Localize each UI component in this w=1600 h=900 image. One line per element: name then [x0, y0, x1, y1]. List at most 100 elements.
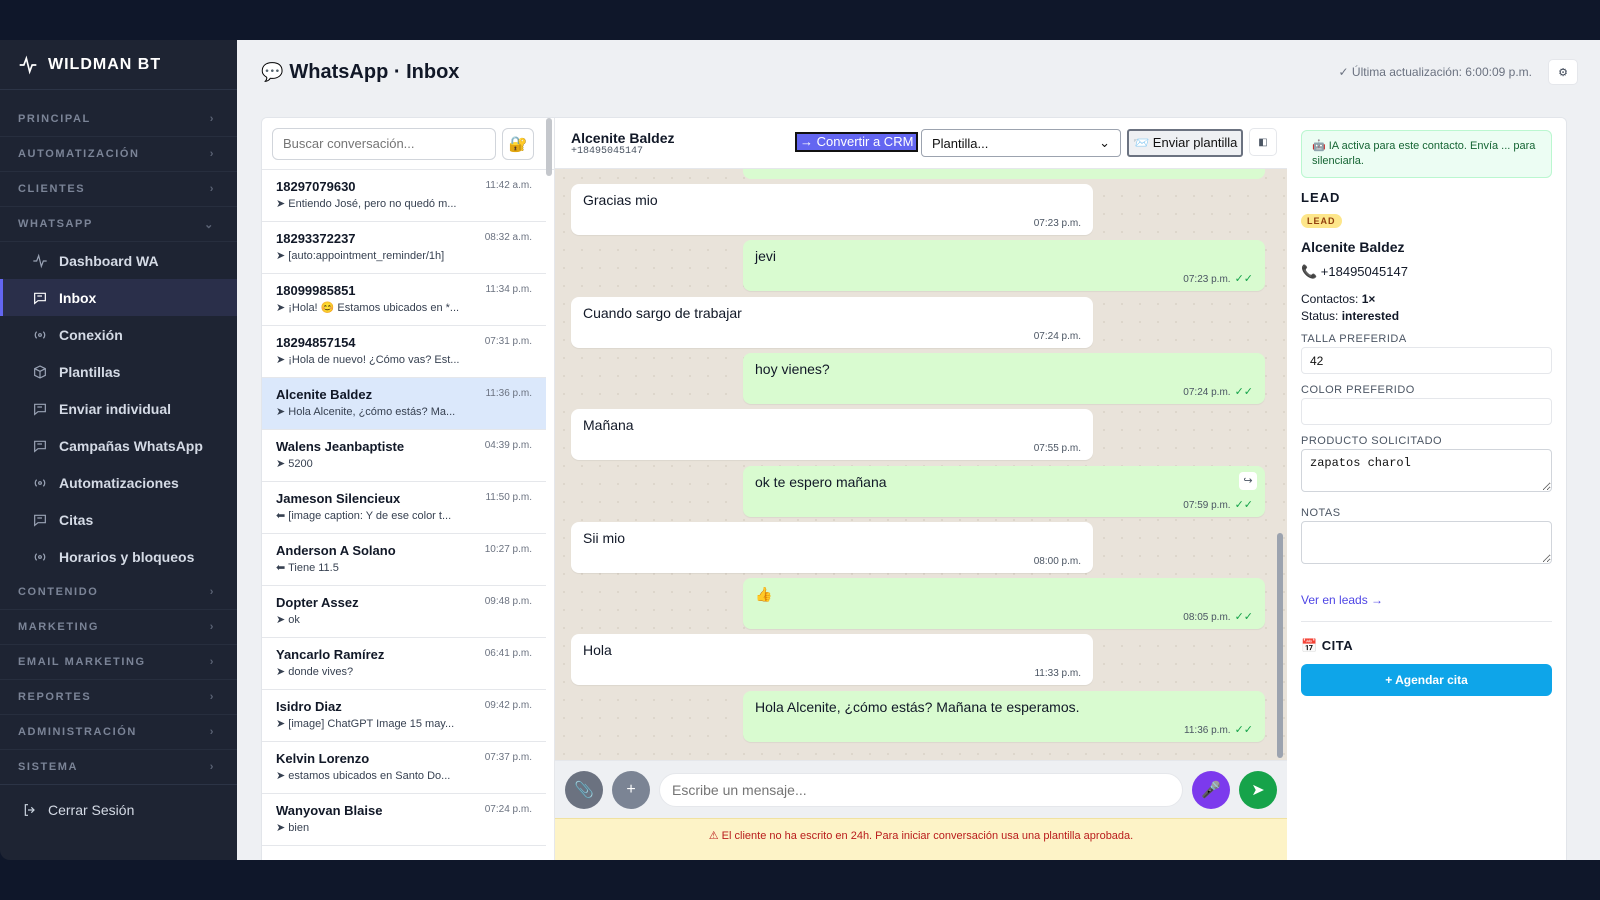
radio-icon: [34, 552, 46, 561]
composer: 📎 + 🎤 ➤: [555, 760, 1287, 818]
product-label: PRODUCTO SOLICITADO: [1301, 435, 1443, 447]
incoming-message[interactable]: Hola 11:33 p.m.: [571, 634, 1093, 686]
sidebar-item-enviar-individual[interactable]: Enviar individual: [0, 390, 237, 427]
brand[interactable]: WILDMAN BT: [0, 40, 237, 90]
conversation-preview: ➤ donde vives?: [276, 666, 354, 678]
chat-header: Alcenite Baldez +18495045147 → Convertir…: [555, 118, 1287, 169]
message-time: 11:36 p.m. ✓✓: [1184, 723, 1253, 736]
logout-button[interactable]: Cerrar Sesión: [0, 784, 237, 834]
sidebar-item-automatizaciones[interactable]: Automatizaciones: [0, 464, 237, 501]
sidebar-item-inbox[interactable]: Inbox: [0, 279, 237, 316]
color-field[interactable]: [1301, 398, 1552, 425]
conversation-item[interactable]: Isidro Diaz 09:42 p.m. ➤ [image] ChatGPT I…: [262, 690, 546, 742]
section-automatizacion[interactable]: AUTOMATIZACIÓN ›: [0, 137, 237, 172]
activity-icon: [33, 253, 47, 268]
lead-heading: LEAD: [1301, 190, 1341, 205]
convert-crm-button[interactable]: → Convertir a CRM: [795, 132, 919, 152]
send-icon: ➤: [1251, 781, 1265, 799]
incoming-message[interactable]: Sii mio 08:00 p.m.: [571, 521, 1093, 573]
section-administracion[interactable]: ADMINISTRACIÓN ›: [0, 715, 237, 750]
sidebar-item-plantillas[interactable]: Plantillas: [0, 353, 237, 390]
sidebar: WILDMAN BT PRINCIPAL › AUTOMATIZACIÓN › CLIE…: [0, 40, 237, 860]
conversation-item[interactable]: Anderson A Solano 10:27 p.m. ⬅ Tiene 11.5: [262, 534, 546, 586]
conversation-item[interactable]: 18099985851 11:34 p.m. ➤ ¡Hola! 😊 Estamos …: [262, 274, 546, 326]
page-title: 💬 WhatsApp · Inbox: [261, 61, 459, 84]
message-time: 07:55 p.m.: [1034, 443, 1081, 454]
section-label: AUTOMATIZACIÓN: [18, 148, 140, 160]
conversation-item[interactable]: Yancarlo Ramírez 06:41 p.m. ➤ donde vives?: [262, 638, 546, 690]
conversation-item[interactable]: Walens Jeanbaptiste 04:39 p.m. ➤ 5200: [262, 430, 546, 482]
conversation-item[interactable]: 18294857154 07:31 p.m. ➤ ¡Hola de nuevo! ¿…: [262, 326, 546, 378]
outgoing-message[interactable]: Hola Alcenite, ¿cómo estás? Mañana te es…: [743, 690, 1265, 742]
message-time: 07:59 p.m. ✓✓: [1183, 498, 1253, 511]
sidebar-item-campanas-whatsapp[interactable]: Campañas WhatsApp: [0, 427, 237, 464]
lead-contacts: Contactos: 1×: [1301, 292, 1552, 306]
color-label: COLOR PREFERIDO: [1301, 384, 1415, 396]
section-principal[interactable]: PRINCIPAL ›: [0, 102, 237, 137]
section-marketing[interactable]: MARKETING ›: [0, 610, 237, 645]
section-email-marketing[interactable]: EMAIL MARKETING ›: [0, 645, 237, 680]
sidebar-item-citas[interactable]: Citas: [0, 501, 237, 538]
size-field[interactable]: [1301, 347, 1552, 374]
lead-phone: 📞 +18495045147: [1301, 264, 1408, 279]
microphone-button[interactable]: 🎤: [1192, 770, 1230, 809]
message-icon: [34, 292, 46, 305]
message-text: Cuando sargo de trabajar: [583, 304, 742, 321]
send-template-button[interactable]: 📨 Enviar plantilla: [1127, 129, 1244, 157]
lock-button[interactable]: 🔐: [502, 127, 534, 160]
attach-button[interactable]: 📎: [565, 770, 603, 809]
section-clientes[interactable]: CLIENTES ›: [0, 172, 237, 207]
conversation-search-input[interactable]: [272, 127, 496, 160]
section-sistema[interactable]: SISTEMA ›: [0, 750, 237, 785]
conversation-item[interactable]: Jameson Silencieux 11:50 p.m. ⬅ [image cap…: [262, 482, 546, 534]
forward-icon[interactable]: ↪: [1239, 471, 1257, 490]
sidebar-item-horarios-y-bloqueos[interactable]: Horarios y bloqueos: [0, 538, 237, 575]
panel-toggle-button[interactable]: ◧: [1249, 128, 1277, 156]
conversation-item[interactable]: Wanyovan Blaise 07:24 p.m. ➤ bien: [262, 794, 546, 846]
message-icon: [34, 440, 46, 453]
conversation-item[interactable]: Dopter Assez 09:48 p.m. ➤ ok: [262, 586, 546, 638]
section-contenido[interactable]: CONTENIDO ›: [0, 575, 237, 610]
sidebar-item-label: Plantillas: [59, 363, 121, 380]
section-whatsapp[interactable]: WHATSAPP ⌄: [0, 207, 237, 242]
conversation-item[interactable]: 18293372237 08:32 a.m. ➤ [auto:appointment…: [262, 222, 546, 274]
product-field[interactable]: zapatos charol: [1301, 449, 1552, 492]
read-ticks-icon: ✓✓: [1234, 385, 1253, 398]
message-icon: [34, 403, 46, 416]
conversation-time: 07:37 p.m.: [484, 752, 532, 763]
template-select[interactable]: Plantilla... ⌄: [921, 129, 1121, 157]
message-input[interactable]: [659, 772, 1183, 807]
conversation-time: 09:42 p.m.: [484, 700, 532, 711]
add-button[interactable]: +: [612, 770, 650, 809]
conversation-item[interactable]: 18297079630 11:42 a.m. ➤ Entiendo José, pe…: [262, 170, 546, 222]
send-button[interactable]: ➤: [1239, 770, 1277, 809]
outgoing-message[interactable]: 👍 08:05 p.m. ✓✓: [743, 578, 1265, 630]
incoming-message[interactable]: Mañana 07:55 p.m.: [571, 409, 1093, 461]
conversation-time: 08:32 a.m.: [484, 232, 532, 243]
sidebar-item-label: Conexión: [59, 326, 123, 343]
conversation-preview: ➤ bien: [276, 822, 310, 834]
scrollbar[interactable]: [546, 118, 552, 176]
notes-field[interactable]: [1301, 521, 1552, 564]
section-reportes[interactable]: REPORTES ›: [0, 680, 237, 715]
scrollbar[interactable]: [1277, 533, 1283, 758]
outgoing-message[interactable]: hoy vienes? 07:24 p.m. ✓✓: [743, 352, 1265, 404]
chevron-right-icon: ›: [209, 586, 215, 598]
sidebar-item-dashboard-wa[interactable]: Dashboard WA: [0, 242, 237, 279]
schedule-appointment-button[interactable]: + Agendar cita: [1301, 664, 1552, 696]
outgoing-message[interactable]: jevi 07:23 p.m. ✓✓: [743, 240, 1265, 292]
sidebar-item-label: Campañas WhatsApp: [59, 437, 203, 454]
status-value: interested: [1341, 309, 1400, 323]
message-bubble-partial: [743, 169, 1265, 179]
view-leads-link[interactable]: Ver en leads →: [1301, 593, 1552, 607]
message-time-text: 11:33 p.m.: [1034, 668, 1081, 680]
message-time: 07:24 p.m. ✓✓: [1183, 385, 1253, 398]
conversation-item[interactable]: Alcenite Baldez 11:36 p.m. ➤ Hola Alcenite…: [262, 378, 546, 430]
incoming-message[interactable]: Gracias mio 07:23 p.m.: [571, 184, 1093, 235]
sidebar-item-conexion[interactable]: Conexión: [0, 316, 237, 353]
incoming-message[interactable]: Cuando sargo de trabajar 07:24 p.m.: [571, 296, 1093, 348]
conversation-time: 11:36 p.m.: [485, 388, 532, 399]
outgoing-message[interactable]: ok te espero mañana 07:59 p.m. ✓✓ ↪: [743, 465, 1265, 517]
settings-button[interactable]: ⚙: [1548, 59, 1578, 85]
conversation-item[interactable]: Kelvin Lorenzo 07:37 p.m. ➤ estamos ubicad…: [262, 742, 546, 794]
